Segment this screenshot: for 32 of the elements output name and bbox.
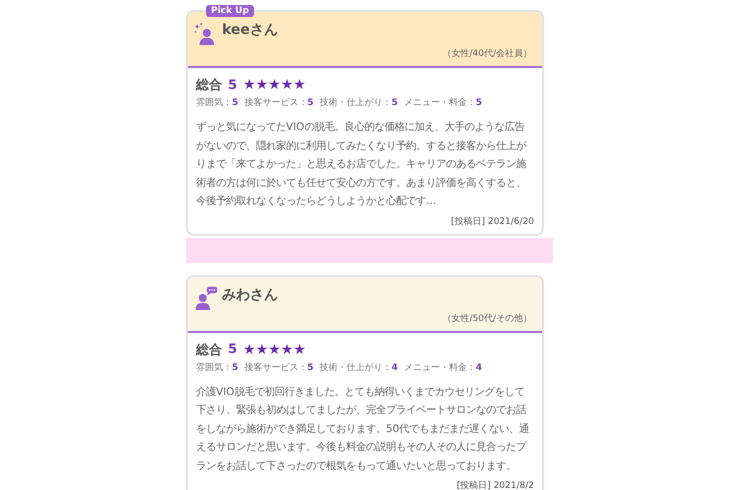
reviewer-name: みわさん xyxy=(222,286,278,304)
rating-value: 5 xyxy=(307,362,314,372)
rating-label: 雰囲気： xyxy=(196,362,232,372)
rating-value: 5 xyxy=(232,98,238,108)
star-rating: ★★★★★ xyxy=(243,342,306,358)
rating-value: 5 xyxy=(476,98,482,108)
rating-label: 接客サービス： xyxy=(244,98,308,108)
review-text: ずっと気になってたVIOの脱毛。良心的な価格に加え、大手のような広告がないので、隠れ家的に利用してみたくなり予約。すると接客から仕上がりまで「来てよかった」と思えるお店でした。キャリアのあるベテラン施術者の方は何に於いても任せて安心の方です。あまり評価を高くすると、今後予約取れなくなったらどうしようかと心配です… xyxy=(196,120,528,209)
post-date: [投稿日] 2021/8/2 xyxy=(456,480,534,490)
rating-value: 5 xyxy=(392,98,398,108)
overall-label: 総合 xyxy=(196,77,222,94)
overall-score: 5 xyxy=(228,342,238,357)
reviewer-profile: （女性/40代/会社員） xyxy=(442,48,532,60)
rating-value: 5 xyxy=(232,362,238,372)
rating-label: メニュー・料金： xyxy=(404,98,476,108)
rating-value: 4 xyxy=(476,362,482,372)
rating-label: メニュー・料金： xyxy=(404,362,476,372)
user-chat-icon xyxy=(194,286,218,310)
pick-up-badge: Pick Up xyxy=(206,5,254,17)
reviewer-profile: （女性/50代/その他） xyxy=(442,312,532,324)
rating-value: 4 xyxy=(392,362,398,372)
overall-score: 5 xyxy=(228,78,238,92)
rating-label: 技術・仕上がり： xyxy=(320,98,392,108)
rating-label: 技術・仕上がり： xyxy=(320,362,392,372)
rating-label: 雰囲気： xyxy=(196,98,232,108)
reviewer-name: keeさん xyxy=(222,21,278,39)
star-rating: ★★★★★ xyxy=(243,77,306,93)
rating-label: 接客サービス： xyxy=(244,362,308,372)
rating-value: 5 xyxy=(307,98,314,108)
post-date: [投稿日] 2021/6/20 xyxy=(450,216,534,228)
review-text: 介護VIO脱毛で初回行きました。とても納得いくまでカウセリングをして下さり、緊張も初めはしてましたが、完全プライベートサロンなのでお話をしながら施術ができ満足しております。50代でもまだまだ遅くない、通えるサロンだと思います。今後も料金の説明もその人その人に見合ったプランをお話して下さったので根気をもって通いたいと思っております。 xyxy=(196,384,530,474)
overall-label: 総合 xyxy=(196,342,222,358)
